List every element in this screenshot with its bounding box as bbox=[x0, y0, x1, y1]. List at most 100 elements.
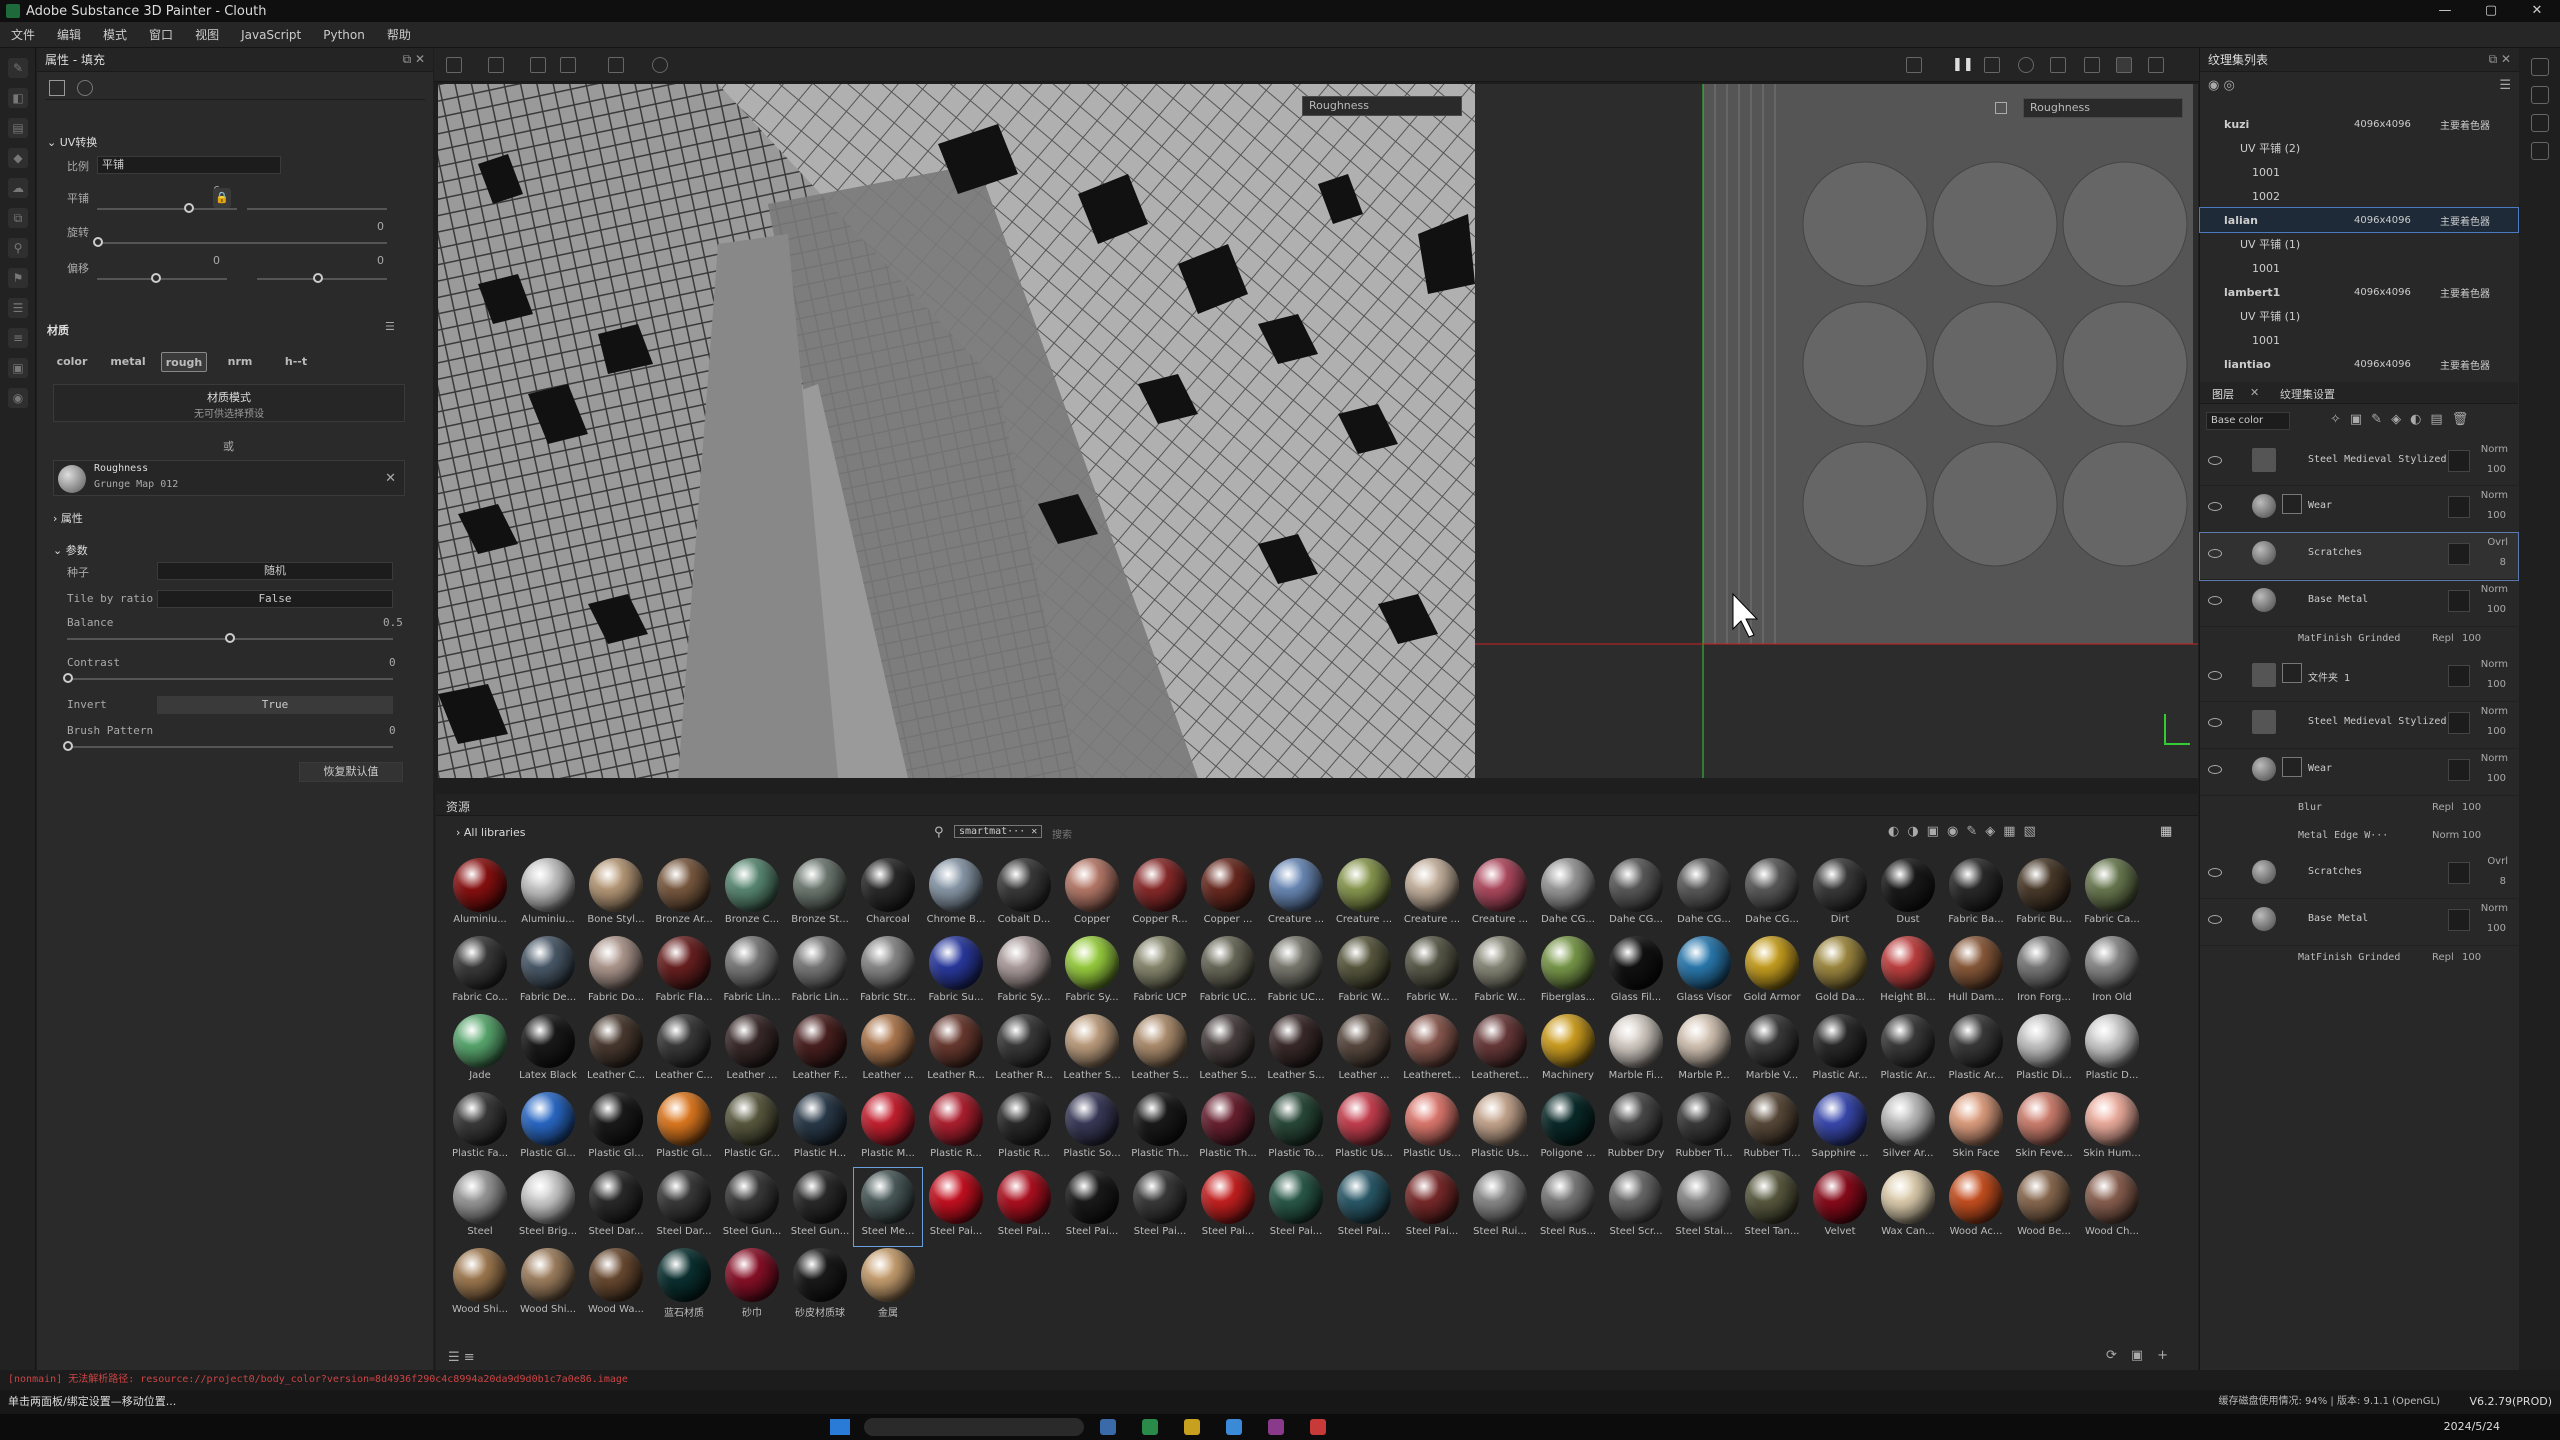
layer-item[interactable]: 文件夹 1 Norm 100 bbox=[2200, 655, 2518, 702]
menu-python[interactable]: Python bbox=[312, 28, 376, 42]
material-item[interactable]: Fiberglas... bbox=[1534, 934, 1602, 1012]
uv-icon[interactable] bbox=[608, 57, 624, 73]
blend-mode[interactable]: Repl bbox=[2432, 633, 2454, 644]
material-item[interactable]: Fabric UCP bbox=[1126, 934, 1194, 1012]
material-menu-icon[interactable]: ☰ bbox=[385, 320, 395, 333]
material-item[interactable]: Marble P... bbox=[1670, 1012, 1738, 1090]
hide-icon[interactable] bbox=[1906, 57, 1922, 73]
opacity-value[interactable]: 100 bbox=[2487, 923, 2506, 934]
material-item[interactable]: Steel Dar... bbox=[650, 1168, 718, 1246]
material-item[interactable]: Steel Gun... bbox=[786, 1168, 854, 1246]
material-item[interactable]: Fabric Do... bbox=[582, 934, 650, 1012]
pause-icon[interactable]: ❚❚ bbox=[1952, 57, 1974, 73]
opacity-value[interactable]: 100 bbox=[2462, 830, 2481, 841]
blend-mode[interactable]: Norm bbox=[2481, 753, 2508, 764]
material-item[interactable]: Steel Pai... bbox=[1398, 1168, 1466, 1246]
material-item[interactable]: Jade bbox=[446, 1012, 514, 1090]
blend-mode[interactable]: Norm bbox=[2481, 903, 2508, 914]
texture-set-icon[interactable] bbox=[2531, 58, 2549, 76]
material-item[interactable]: Hull Dam... bbox=[1942, 934, 2010, 1012]
menu-edit[interactable]: 编辑 bbox=[46, 26, 92, 43]
material-item[interactable]: Fabric Lin... bbox=[786, 934, 854, 1012]
opacity-value[interactable]: 8 bbox=[2500, 557, 2506, 568]
display-settings-icon[interactable] bbox=[2531, 86, 2549, 104]
material-item[interactable]: Steel Pai... bbox=[1126, 1168, 1194, 1246]
material-item[interactable]: Charcoal bbox=[854, 856, 922, 934]
material-item[interactable]: Plastic Th... bbox=[1126, 1090, 1194, 1168]
material-item[interactable]: Plastic Fa... bbox=[446, 1090, 514, 1168]
material-item[interactable]: Poligone ... bbox=[1534, 1090, 1602, 1168]
material-item[interactable]: Steel Brig... bbox=[514, 1168, 582, 1246]
viewport-3d[interactable]: Roughness bbox=[438, 84, 1475, 778]
blend-mode[interactable]: Ovrl bbox=[2487, 856, 2508, 867]
seed-field[interactable]: 随机 bbox=[157, 562, 393, 580]
material-item[interactable]: Bronze Ar... bbox=[650, 856, 718, 934]
tile-slider-2[interactable] bbox=[247, 208, 387, 210]
material-item[interactable]: Fabric UC... bbox=[1262, 934, 1330, 1012]
material-item[interactable]: Plastic Di... bbox=[2010, 1012, 2078, 1090]
blend-mode[interactable]: Ovrl bbox=[2487, 537, 2508, 548]
screenshot-camera-icon[interactable] bbox=[2148, 57, 2164, 73]
texture-shader[interactable]: 主要着色器 bbox=[2440, 117, 2490, 132]
material-item[interactable]: 砂皮材质球 bbox=[786, 1246, 854, 1324]
opacity-value[interactable]: 8 bbox=[2500, 876, 2506, 887]
material-item[interactable]: Plastic Us... bbox=[1466, 1090, 1534, 1168]
material-item[interactable]: Leather S... bbox=[1126, 1012, 1194, 1090]
layer-action-icons[interactable]: ✧▣✎◈◐▤🗑 bbox=[2330, 412, 2477, 427]
material-item[interactable]: Plastic Us... bbox=[1330, 1090, 1398, 1168]
material-item[interactable]: Leather S... bbox=[1194, 1012, 1262, 1090]
projection-icon[interactable]: ▤ bbox=[8, 118, 28, 138]
viewport-2d[interactable]: Roughness bbox=[1475, 84, 2198, 778]
channel-color[interactable]: color bbox=[49, 352, 95, 372]
chevron-right-icon[interactable]: › bbox=[456, 826, 464, 839]
channel-nrm[interactable]: nrm bbox=[217, 352, 263, 372]
material-item[interactable]: Fabric Str... bbox=[854, 934, 922, 1012]
material-item[interactable]: Fabric De... bbox=[514, 934, 582, 1012]
chevron-down-icon[interactable]: ⌄ bbox=[53, 544, 66, 557]
material-item[interactable]: Fabric UC... bbox=[1194, 934, 1262, 1012]
layer-props-tab-icon[interactable] bbox=[49, 80, 65, 96]
filter-icons[interactable]: ◐◑▣◉✎◈▦▧ bbox=[1888, 824, 2044, 839]
invert-toggle[interactable]: True bbox=[157, 696, 393, 714]
layer-item[interactable]: Base Metal Norm 100 bbox=[2200, 580, 2518, 627]
material-item[interactable]: Steel Gun... bbox=[718, 1168, 786, 1246]
material-item[interactable]: Iron Old bbox=[2078, 934, 2146, 1012]
mask-thumbnail[interactable] bbox=[2282, 663, 2302, 683]
material-item[interactable]: Latex Black bbox=[514, 1012, 582, 1090]
eye-icon[interactable] bbox=[2208, 549, 2222, 558]
mask-thumbnail[interactable] bbox=[2282, 494, 2302, 514]
material-item[interactable]: Marble Fi... bbox=[1602, 1012, 1670, 1090]
list-view-icons[interactable]: ☰ ≡ bbox=[448, 1350, 475, 1365]
material-item[interactable]: Rubber Ti... bbox=[1670, 1090, 1738, 1168]
material-item[interactable]: Fabric Fla... bbox=[650, 934, 718, 1012]
uv-tile[interactable]: 1002 bbox=[2200, 184, 2518, 208]
blend-mode[interactable]: Norm bbox=[2481, 584, 2508, 595]
uv-tile[interactable]: 1001 bbox=[2200, 160, 2518, 184]
material-item[interactable]: Dahe CG... bbox=[1738, 856, 1806, 934]
library-selector[interactable]: All libraries bbox=[464, 826, 526, 839]
material-item[interactable]: Sapphire ... bbox=[1806, 1090, 1874, 1168]
menu-view[interactable]: 视图 bbox=[184, 26, 230, 43]
material-item[interactable]: Steel bbox=[446, 1168, 514, 1246]
material-item[interactable]: Leather F... bbox=[786, 1012, 854, 1090]
material-item[interactable]: Fabric Sy... bbox=[990, 934, 1058, 1012]
start-icon[interactable] bbox=[830, 1419, 850, 1435]
material-item[interactable]: Leather R... bbox=[990, 1012, 1058, 1090]
material-mode-box[interactable]: 材质模式 无可供选择预设 bbox=[53, 384, 405, 422]
tile-slider[interactable] bbox=[97, 208, 237, 210]
material-item[interactable]: Bone Styl... bbox=[582, 856, 650, 934]
material-item[interactable]: Steel Stai... bbox=[1670, 1168, 1738, 1246]
material-item[interactable]: Steel Pai... bbox=[1194, 1168, 1262, 1246]
material-item[interactable]: Plastic Th... bbox=[1194, 1090, 1262, 1168]
material-item[interactable]: Plastic R... bbox=[990, 1090, 1058, 1168]
blend-mode[interactable]: Repl bbox=[2432, 952, 2454, 963]
material-item[interactable]: Plastic Gr... bbox=[718, 1090, 786, 1168]
texture-set-item[interactable]: kuzi 4096x4096 主要着色器 bbox=[2200, 112, 2518, 136]
taskbar-app-icon[interactable] bbox=[1226, 1419, 1242, 1435]
taskbar-app-icon[interactable] bbox=[1310, 1419, 1326, 1435]
material-item[interactable]: Fabric Lin... bbox=[718, 934, 786, 1012]
material-item[interactable]: Steel Scr... bbox=[1602, 1168, 1670, 1246]
material-item[interactable]: Rubber Dry bbox=[1602, 1090, 1670, 1168]
material-item[interactable]: Fabric W... bbox=[1466, 934, 1534, 1012]
paint-brush-icon[interactable]: ✎ bbox=[8, 58, 28, 78]
